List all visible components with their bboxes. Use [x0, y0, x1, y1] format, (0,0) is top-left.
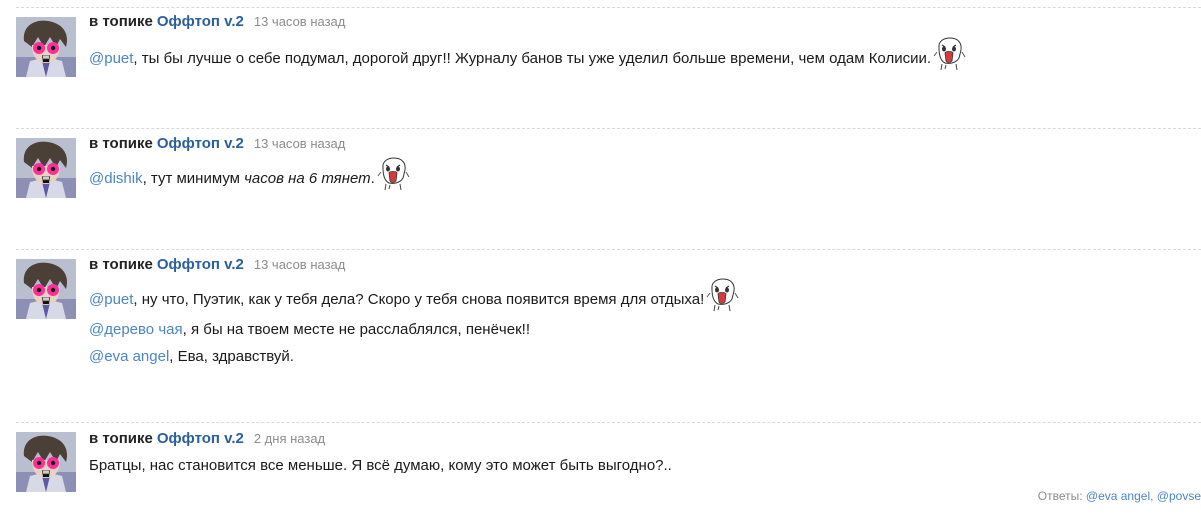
reply-link[interactable]: @eva angel — [1086, 489, 1150, 503]
post-text: @puet, ты бы лучше о себе подумал, дорог… — [89, 46, 966, 72]
post-text: Братцы, нас становится все меньше. Я всё… — [89, 457, 672, 474]
topic-link[interactable]: Оффтоп v.2 — [157, 256, 244, 273]
comment-feed: в топике Оффтоп v.2 13 часов назад @puet, … — [0, 0, 1201, 521]
separator — [16, 7, 1201, 8]
message-text-italic: часов на 6 тянет — [244, 169, 371, 187]
screaming-smile-icon — [376, 156, 410, 192]
reply-link[interactable]: @povse — [1157, 489, 1201, 503]
separator — [16, 128, 1201, 129]
replies-separator: , — [1150, 489, 1157, 503]
post-meta: в топике Оффтоп v.2 13 часов назад — [89, 13, 345, 30]
in-topic-label: в топике — [89, 430, 153, 447]
screaming-smile-icon — [932, 36, 966, 72]
avatar[interactable] — [16, 138, 76, 198]
topic-link[interactable]: Оффтоп v.2 — [157, 135, 244, 152]
mention-link[interactable]: @eva angel — [89, 348, 169, 365]
in-topic-label: в топике — [89, 256, 153, 273]
message-text: Братцы, нас становится все меньше. Я всё… — [89, 457, 672, 474]
replies-bar: Ответы: @eva angel, @povse — [1038, 489, 1201, 503]
post-text: @дерево чая, я бы на твоем месте не расс… — [89, 321, 530, 338]
separator — [16, 422, 1201, 423]
post-text: @dishik, тут минимум часов на 6 тянет. — [89, 166, 410, 192]
user-avatar-icon — [16, 432, 76, 492]
message-text: , я бы на твоем месте не расслаблялся, п… — [182, 321, 530, 338]
message-text: , ну что, Пуэтик, как у тебя дела? Скоро… — [133, 290, 705, 308]
mention-link[interactable]: @dishik — [89, 170, 143, 187]
post-meta: в топике Оффтоп v.2 2 дня назад — [89, 430, 325, 447]
post-meta: в топике Оффтоп v.2 13 часов назад — [89, 256, 345, 273]
user-avatar-icon — [16, 17, 76, 77]
user-avatar-icon — [16, 259, 76, 319]
mention-link[interactable]: @дерево чая — [89, 321, 183, 338]
separator — [16, 249, 1201, 250]
message-text: , Ева, здравствуй. — [169, 348, 294, 365]
message-text: , ты бы лучше о себе подумал, дорогой др… — [133, 49, 931, 67]
mention-link[interactable]: @puet — [89, 291, 133, 308]
in-topic-label: в топике — [89, 135, 153, 152]
timestamp: 13 часов назад — [253, 14, 346, 29]
avatar[interactable] — [16, 17, 76, 77]
timestamp: 2 дня назад — [253, 431, 326, 446]
message-text: , тут минимум — [142, 169, 245, 187]
post-text: @eva angel, Ева, здравствуй. — [89, 348, 294, 365]
post-text: @puet, ну что, Пуэтик, как у тебя дела? … — [89, 287, 739, 313]
user-avatar-icon — [16, 138, 76, 198]
avatar[interactable] — [16, 259, 76, 319]
post-meta: в топике Оффтоп v.2 13 часов назад — [89, 135, 345, 152]
mention-link[interactable]: @puet — [89, 50, 133, 67]
timestamp: 13 часов назад — [253, 257, 346, 272]
screaming-smile-icon — [705, 277, 739, 313]
avatar[interactable] — [16, 432, 76, 492]
in-topic-label: в топике — [89, 13, 153, 30]
message-text-end: . — [370, 169, 375, 187]
timestamp: 13 часов назад — [253, 136, 346, 151]
topic-link[interactable]: Оффтоп v.2 — [157, 430, 244, 447]
topic-link[interactable]: Оффтоп v.2 — [157, 13, 244, 30]
replies-label: Ответы: — [1037, 489, 1086, 503]
